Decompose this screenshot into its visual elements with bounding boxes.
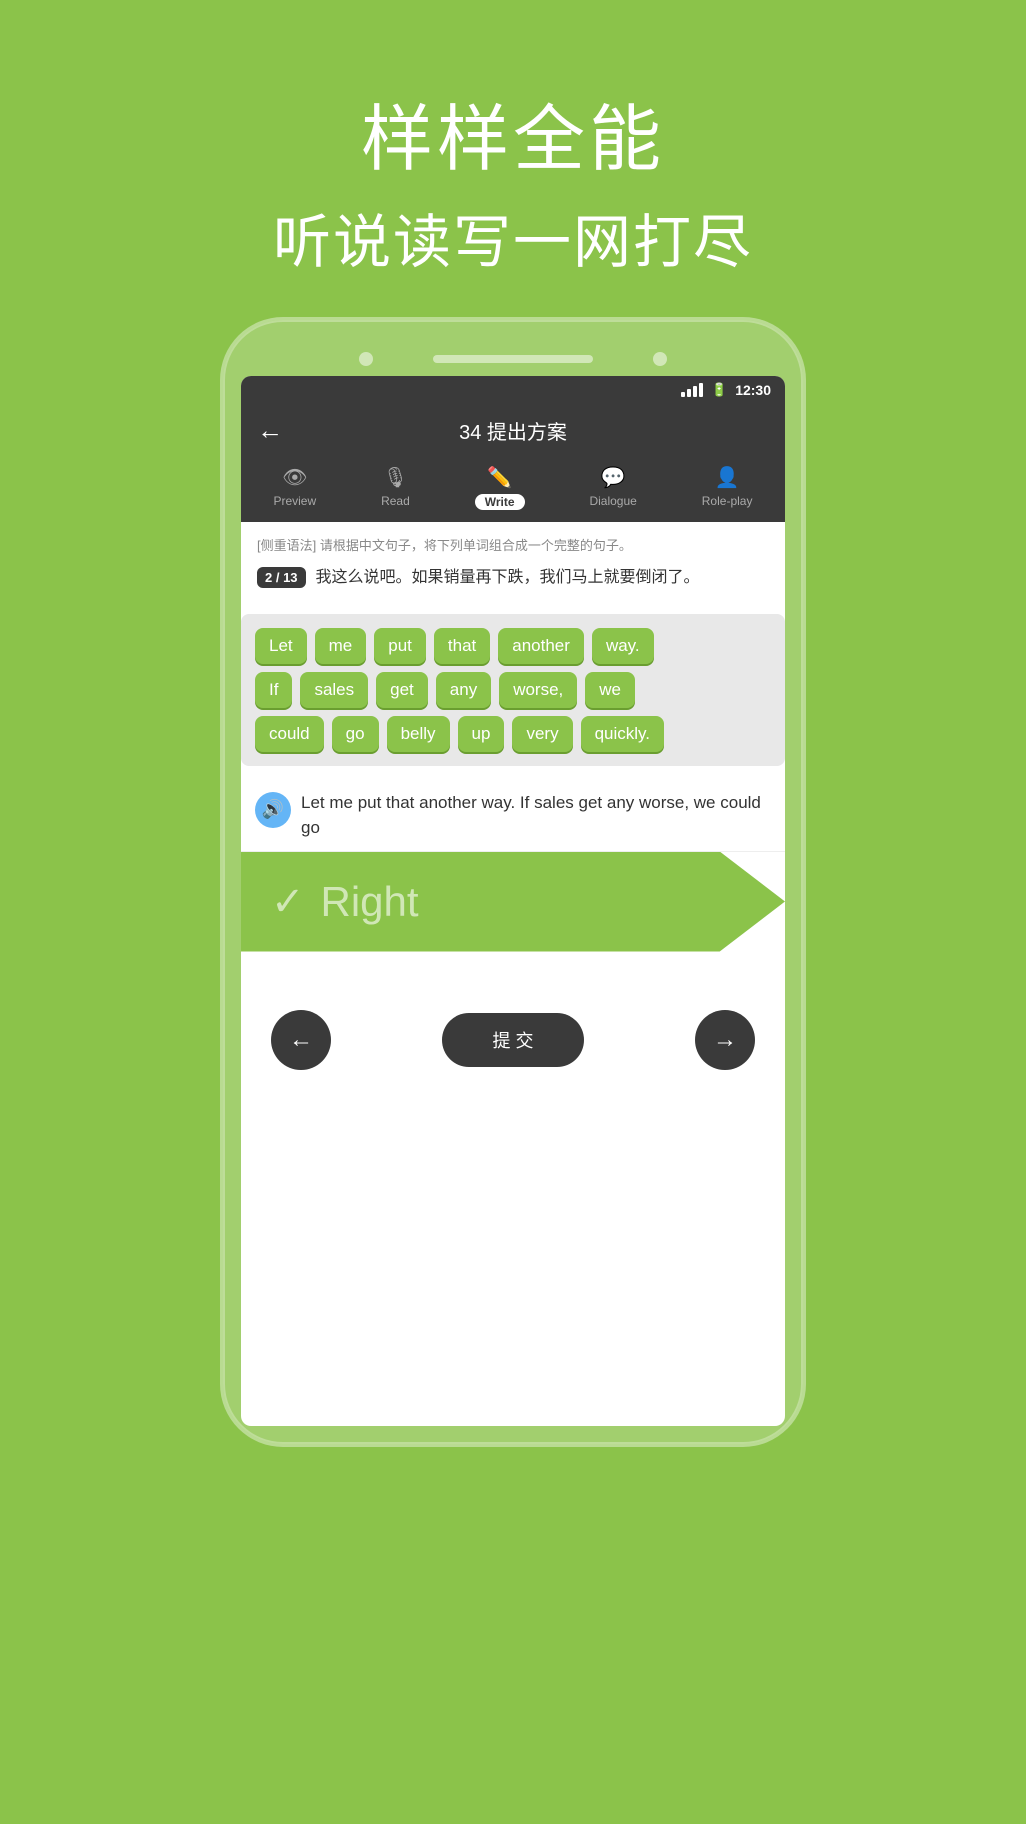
tile-that[interactable]: that — [434, 628, 490, 664]
tile-any[interactable]: any — [436, 672, 491, 708]
app-title: 样样全能 — [0, 80, 1026, 185]
speaker-button[interactable]: 🔊 — [255, 792, 291, 828]
prev-button[interactable]: ← — [271, 1010, 331, 1070]
phone-top-bar — [241, 338, 785, 376]
tile-if[interactable]: If — [255, 672, 292, 708]
phone-device: 🔋 12:30 ← 34 提出方案 👁 Preview 🎙 Read — [223, 320, 803, 1444]
tile-could[interactable]: could — [255, 716, 324, 752]
phone-dot-right — [653, 352, 667, 366]
instruction-text: [侧重语法] 请根据中文句子，将下列单词组合成一个完整的句子。 — [257, 536, 769, 556]
tile-me[interactable]: me — [315, 628, 367, 664]
back-button[interactable]: ← — [257, 415, 283, 446]
word-row-1: Let me put that another way. — [255, 628, 771, 664]
app-header-text: 样样全能 听说读写一网打尽 — [0, 0, 1026, 279]
tab-write-label: Write — [475, 494, 525, 510]
answer-text: Let me put that another way. If sales ge… — [301, 790, 771, 841]
tile-up[interactable]: up — [458, 716, 505, 752]
tile-we[interactable]: we — [585, 672, 635, 708]
dialogue-icon: 💬 — [601, 465, 626, 490]
app-nav-header: ← 34 提出方案 — [241, 404, 785, 457]
signal-bar-3 — [693, 386, 697, 397]
tab-preview[interactable]: 👁 Preview — [273, 465, 316, 510]
question-badge: 2 / 13 — [257, 567, 306, 588]
tile-quickly[interactable]: quickly. — [581, 716, 664, 752]
content-area: [侧重语法] 请根据中文句子，将下列单词组合成一个完整的句子。 2 / 13 我… — [241, 522, 785, 614]
signal-icon — [681, 383, 703, 397]
phone-dot-left — [359, 352, 373, 366]
question-header: 2 / 13 我这么说吧。如果销量再下跌，我们马上就要倒闭了。 — [257, 566, 769, 590]
tab-roleplay-label: Role-play — [702, 494, 753, 508]
bottom-nav-bar: ← 提 交 → — [241, 992, 785, 1088]
roleplay-icon: 👤 — [715, 465, 740, 490]
status-time: 12:30 — [735, 382, 771, 398]
preview-icon: 👁 — [282, 465, 307, 490]
tab-roleplay[interactable]: 👤 Role-play — [702, 465, 753, 510]
tile-put[interactable]: put — [374, 628, 426, 664]
tab-write[interactable]: ✏️ Write — [475, 465, 525, 510]
signal-bar-2 — [687, 389, 691, 397]
phone-shell: 🔋 12:30 ← 34 提出方案 👁 Preview 🎙 Read — [223, 320, 803, 1444]
tab-preview-label: Preview — [273, 494, 316, 508]
result-label: Right — [321, 878, 419, 926]
tile-another[interactable]: another — [498, 628, 584, 664]
tile-worse[interactable]: worse, — [499, 672, 577, 708]
phone-speaker — [433, 355, 593, 363]
tab-dialogue[interactable]: 💬 Dialogue — [589, 465, 636, 510]
answer-area: 🔊 Let me put that another way. If sales … — [241, 780, 785, 852]
word-row-3: could go belly up very quickly. — [255, 716, 771, 752]
status-bar: 🔋 12:30 — [241, 376, 785, 404]
prev-arrow-icon: ← — [289, 1026, 313, 1054]
battery-icon: 🔋 — [711, 382, 727, 398]
tile-way[interactable]: way. — [592, 628, 654, 664]
tile-go[interactable]: go — [332, 716, 379, 752]
word-tiles-area: Let me put that another way. If sales ge… — [241, 614, 785, 766]
word-row-2: If sales get any worse, we — [255, 672, 771, 708]
app-subtitle: 听说读写一网打尽 — [0, 195, 1026, 279]
check-icon: ✓ — [271, 879, 305, 925]
phone-screen: 🔋 12:30 ← 34 提出方案 👁 Preview 🎙 Read — [241, 376, 785, 1426]
tab-read-label: Read — [381, 494, 410, 508]
tab-read[interactable]: 🎙 Read — [381, 465, 410, 510]
result-banner: ✓ Right — [241, 852, 785, 952]
nav-tabs-bar: 👁 Preview 🎙 Read ✏️ Write 💬 Dialogue 👤 — [241, 457, 785, 522]
tile-sales[interactable]: sales — [300, 672, 368, 708]
write-icon: ✏️ — [487, 465, 512, 490]
tile-belly[interactable]: belly — [387, 716, 450, 752]
tile-get[interactable]: get — [376, 672, 428, 708]
phone-bottom-spacer — [241, 952, 785, 992]
read-icon: 🎙 — [383, 465, 408, 490]
screen-title: 34 提出方案 — [459, 416, 567, 445]
tile-let[interactable]: Let — [255, 628, 307, 664]
next-arrow-icon: → — [713, 1026, 737, 1054]
tab-dialogue-label: Dialogue — [589, 494, 636, 508]
signal-bar-1 — [681, 392, 685, 397]
next-button[interactable]: → — [695, 1010, 755, 1070]
tile-very[interactable]: very — [512, 716, 572, 752]
submit-button[interactable]: 提 交 — [442, 1013, 583, 1067]
signal-bar-4 — [699, 383, 703, 397]
question-text: 我这么说吧。如果销量再下跌，我们马上就要倒闭了。 — [316, 566, 700, 590]
